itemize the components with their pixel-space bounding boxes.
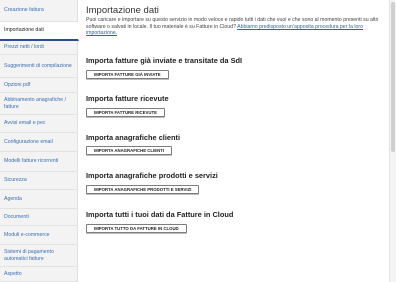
sidebar-item-label: Aspetto — [4, 270, 22, 277]
sidebar-item-label: Documenti — [4, 213, 29, 220]
sidebar-item-label: Modelli fatture ricorrenti — [4, 158, 59, 165]
sidebar-item-creazione-fattura[interactable]: Creazione fattura — [0, 0, 78, 22]
sidebar-item-aspetto[interactable]: Aspetto — [0, 267, 78, 282]
intro-text: Puoi caricare e importare su questo serv… — [86, 17, 386, 37]
sidebar-item-sicurezza[interactable]: Sicurezza — [0, 172, 78, 190]
section-title-anagrafiche-clienti: Importa anagrafiche clienti — [86, 133, 181, 142]
sidebar-item-label: Creazione fattura — [4, 7, 44, 14]
section-title-fatture-in-cloud: Importa tutti i tuoi dati da Fatture in … — [86, 210, 234, 219]
sidebar-item-prezzi[interactable]: Prezzi netti / lordi — [0, 41, 78, 55]
sidebar-item-label: Moduli e-commerce — [4, 231, 50, 238]
sidebar-item-label: Sicurezza — [4, 177, 27, 184]
sidebar-item-label: Sistemi di pagamento automatici fatture — [4, 249, 54, 262]
section-title-prodotti-servizi: Importa anagrafiche prodotti e servizi — [86, 171, 218, 180]
sidebar-item-modelli-ricorrenti[interactable]: Modelli fatture ricorrenti — [0, 152, 78, 172]
import-sent-invoices-button[interactable]: IMPORTA FATTURE GIÀ INVIATE — [86, 70, 169, 79]
sidebar-item-label: Opzioni pdf — [4, 81, 31, 88]
sidebar-item-moduli-ecommerce[interactable]: Moduli e-commerce — [0, 226, 78, 245]
sidebar-item-configurazione-email[interactable]: Configurazione email — [0, 133, 78, 152]
sidebar-item-label: Suggerimenti di compilazione — [4, 62, 72, 69]
sidebar-item-label: Prezzi netti / lordi — [4, 44, 44, 51]
import-clients-button[interactable]: IMPORTA ANAGRAFICHE CLIENTI — [86, 146, 173, 155]
import-all-fatture-in-cloud-button[interactable]: IMPORTA TUTTO DA FATTURE IN CLOUD — [86, 224, 187, 233]
sidebar-item-label: Configurazione email — [4, 138, 53, 145]
sidebar-item-opzioni-pdf[interactable]: Opzioni pdf — [0, 78, 78, 93]
vertical-scrollbar[interactable] — [389, 0, 396, 282]
sidebar-item-agenda[interactable]: Agenda — [0, 190, 78, 209]
sidebar-item-avvisi-email[interactable]: Avvisi email e pec — [0, 115, 78, 133]
settings-sidebar: Creazione fattura Importazione dati Prez… — [0, 0, 79, 282]
section-title-fatture-inviate: Importa fatture già inviate e transitate… — [86, 56, 243, 65]
scrollbar-thumb[interactable] — [391, 2, 395, 152]
section-title-fatture-ricevute: Importa fatture ricevute — [86, 94, 169, 103]
sidebar-item-label: Avvisi email e pec — [4, 120, 46, 127]
sidebar-item-importazione-dati[interactable]: Importazione dati — [0, 22, 79, 41]
page-title: Importazione dati — [86, 5, 159, 16]
sidebar-item-suggerimenti[interactable]: Suggerimenti di compilazione — [0, 55, 78, 78]
sidebar-item-documenti[interactable]: Documenti — [0, 209, 78, 226]
sidebar-item-sistemi-pagamento[interactable]: Sistemi di pagamento automatici fatture — [0, 245, 78, 267]
import-products-button[interactable]: IMPORTA ANAGRAFICHE PRODOTTI E SERVIZI — [86, 185, 200, 194]
sidebar-item-label: Agenda — [4, 195, 22, 202]
import-received-invoices-button[interactable]: IMPORTA FATTURE RICEVUTE — [86, 108, 165, 117]
intro-question: Il tuo materiale è su Fatture in Cloud? — [149, 23, 236, 30]
sidebar-item-label: Abbinamento anagrafiche / fatture — [4, 97, 67, 110]
sidebar-item-label: Importazione dati — [4, 27, 44, 34]
sidebar-item-abbinamento[interactable]: Abbinamento anagrafiche / fatture — [0, 93, 78, 115]
